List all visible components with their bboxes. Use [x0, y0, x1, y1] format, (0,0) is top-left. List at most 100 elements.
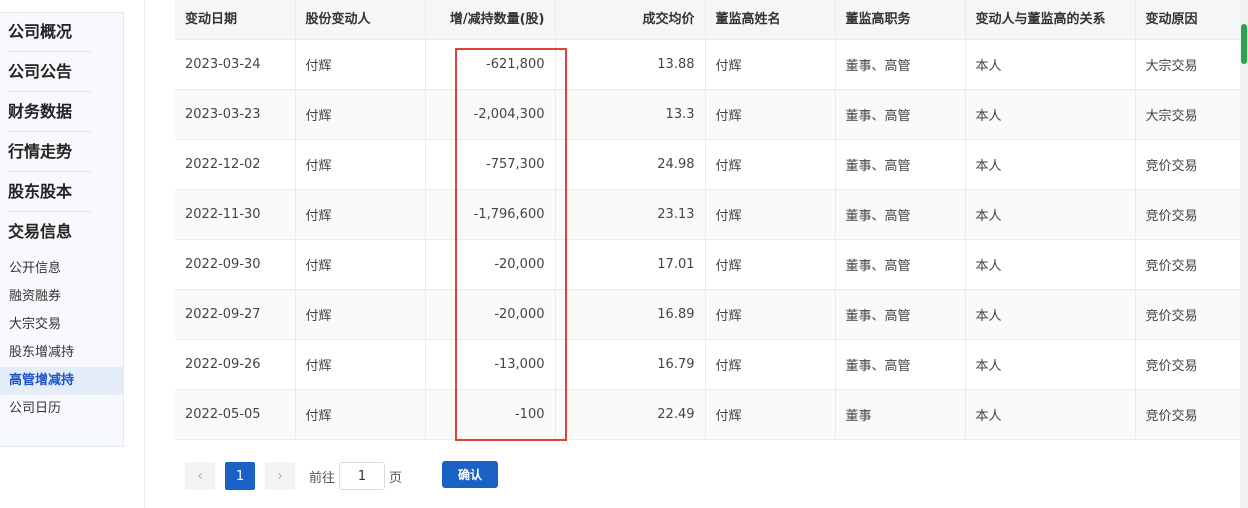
cell-change-date: 2023-03-23: [175, 89, 296, 140]
cell-changer: 付辉: [295, 89, 426, 140]
column-header-changer: 股份变动人: [295, 0, 426, 39]
cell-executive-name: 付辉: [705, 289, 836, 340]
content-divider: [144, 0, 145, 508]
cell-changer: 付辉: [295, 339, 426, 390]
confirm-button[interactable]: 确认: [442, 461, 498, 488]
table-header-row: 变动日期 股份变动人 增/减持数量(股) 成交均价 董监高姓名 董监高职务 变动…: [175, 0, 1240, 39]
cell-executive-position: 董事: [835, 389, 966, 440]
sidebar-subitem-executive-changes[interactable]: 高管增减持: [0, 367, 123, 395]
cell-change-quantity: -757,300: [425, 139, 556, 190]
column-header-relationship: 变动人与董监高的关系: [965, 0, 1136, 39]
cell-executive-position: 董事、高管: [835, 189, 966, 240]
cell-change-date: 2022-09-27: [175, 289, 296, 340]
cell-executive-name: 付辉: [705, 339, 836, 390]
sidebar-item-company-overview[interactable]: 公司概况: [0, 13, 123, 53]
cell-change-reason: 竞价交易: [1135, 239, 1240, 290]
cell-avg-price: 17.01: [555, 239, 706, 290]
page-scrollbar[interactable]: [1240, 0, 1248, 508]
cell-change-quantity: -100: [425, 389, 556, 440]
column-header-executive-position: 董监高职务: [835, 0, 966, 39]
table-row: 2022-12-02 付辉 -757,300 24.98 付辉 董事、高管 本人 竞价交易: [175, 139, 1240, 190]
sidebar-subitem-margin-trading[interactable]: 融资融券: [0, 283, 123, 311]
cell-change-reason: 大宗交易: [1135, 89, 1240, 140]
sidebar-item-trading-info[interactable]: 交易信息: [0, 213, 123, 253]
table-row: 2023-03-23 付辉 -2,004,300 13.3 付辉 董事、高管 本人 大宗交易: [175, 89, 1240, 140]
sidebar-sub-nav: 公开信息 融资融券 大宗交易 股东增减持 高管增减持 公司日历: [0, 255, 123, 423]
cell-change-date: 2022-11-30: [175, 189, 296, 240]
cell-relationship: 本人: [965, 89, 1136, 140]
cell-change-reason: 大宗交易: [1135, 38, 1240, 90]
page-number-current[interactable]: 1: [225, 462, 255, 490]
pagination: ‹ 1 › 前往 页: [185, 462, 402, 490]
cell-change-quantity: -20,000: [425, 289, 556, 340]
cell-executive-position: 董事、高管: [835, 89, 966, 140]
table-body: 2023-03-24 付辉 -621,800 13.88 付辉 董事、高管 本人 大宗交易 20…: [175, 38, 1240, 440]
cell-executive-name: 付辉: [705, 239, 836, 290]
cell-changer: 付辉: [295, 289, 426, 340]
cell-executive-name: 付辉: [705, 89, 836, 140]
sidebar-item-company-announcements[interactable]: 公司公告: [0, 53, 123, 93]
sidebar-main-nav: 公司概况 公司公告 财务数据 行情走势 股东股本 交易信息: [0, 13, 123, 253]
cell-executive-position: 董事、高管: [835, 139, 966, 190]
sidebar-subitem-block-trade[interactable]: 大宗交易: [0, 311, 123, 339]
cell-executive-name: 付辉: [705, 189, 836, 240]
cell-avg-price: 13.3: [555, 89, 706, 140]
cell-change-reason: 竞价交易: [1135, 389, 1240, 440]
cell-relationship: 本人: [965, 239, 1136, 290]
cell-executive-position: 董事、高管: [835, 289, 966, 340]
cell-change-date: 2022-12-02: [175, 139, 296, 190]
sidebar-subitem-company-calendar[interactable]: 公司日历: [0, 395, 123, 423]
cell-change-reason: 竞价交易: [1135, 189, 1240, 240]
cell-avg-price: 13.88: [555, 38, 706, 90]
cell-avg-price: 23.13: [555, 189, 706, 240]
sidebar-subitem-shareholder-changes[interactable]: 股东增减持: [0, 339, 123, 367]
sidebar-item-financial-data[interactable]: 财务数据: [0, 93, 123, 133]
goto-page-group: 前往 页: [309, 462, 402, 490]
cell-executive-name: 付辉: [705, 38, 836, 90]
chevron-right-icon[interactable]: ›: [265, 462, 295, 490]
cell-relationship: 本人: [965, 139, 1136, 190]
chevron-left-icon[interactable]: ‹: [185, 462, 215, 490]
cell-relationship: 本人: [965, 339, 1136, 390]
cell-avg-price: 24.98: [555, 139, 706, 190]
cell-change-quantity: -13,000: [425, 339, 556, 390]
cell-change-quantity: -621,800: [425, 38, 556, 90]
cell-executive-name: 付辉: [705, 139, 836, 190]
cell-relationship: 本人: [965, 289, 1136, 340]
column-header-change-quantity: 增/减持数量(股): [425, 0, 556, 39]
cell-change-quantity: -1,796,600: [425, 189, 556, 240]
cell-change-reason: 竞价交易: [1135, 139, 1240, 190]
cell-change-date: 2023-03-24: [175, 38, 296, 90]
table-row: 2022-05-05 付辉 -100 22.49 付辉 董事 本人 竞价交易: [175, 389, 1240, 440]
column-header-avg-price: 成交均价: [555, 0, 706, 39]
scrollbar-thumb[interactable]: [1241, 24, 1247, 64]
cell-avg-price: 16.89: [555, 289, 706, 340]
cell-changer: 付辉: [295, 239, 426, 290]
goto-prefix-label: 前往: [309, 470, 336, 486]
table-row: 2022-09-30 付辉 -20,000 17.01 付辉 董事、高管 本人 竞价交易: [175, 239, 1240, 290]
cell-relationship: 本人: [965, 38, 1136, 90]
sidebar-item-shareholders-equity[interactable]: 股东股本: [0, 173, 123, 213]
cell-change-date: 2022-09-26: [175, 339, 296, 390]
column-header-change-reason: 变动原因: [1135, 0, 1240, 39]
cell-executive-name: 付辉: [705, 389, 836, 440]
cell-changer: 付辉: [295, 189, 426, 240]
table-row: 2022-11-30 付辉 -1,796,600 23.13 付辉 董事、高管 本人 竞价交易: [175, 189, 1240, 240]
goto-suffix-label: 页: [389, 470, 403, 486]
cell-executive-position: 董事、高管: [835, 339, 966, 390]
cell-changer: 付辉: [295, 38, 426, 90]
cell-relationship: 本人: [965, 389, 1136, 440]
sidebar-subitem-public-info[interactable]: 公开信息: [0, 255, 123, 283]
cell-avg-price: 22.49: [555, 389, 706, 440]
table-row: 2022-09-26 付辉 -13,000 16.79 付辉 董事、高管 本人 竞价交易: [175, 339, 1240, 390]
executive-holdings-table-container: 变动日期 股份变动人 增/减持数量(股) 成交均价 董监高姓名 董监高职务 变动…: [175, 0, 1240, 440]
cell-executive-position: 董事、高管: [835, 38, 966, 90]
table-row: 2022-09-27 付辉 -20,000 16.89 付辉 董事、高管 本人 竞价交易: [175, 289, 1240, 340]
cell-executive-position: 董事、高管: [835, 239, 966, 290]
executive-holdings-table: 变动日期 股份变动人 增/减持数量(股) 成交均价 董监高姓名 董监高职务 变动…: [175, 0, 1240, 440]
column-header-change-date: 变动日期: [175, 0, 296, 39]
cell-change-quantity: -2,004,300: [425, 89, 556, 140]
cell-avg-price: 16.79: [555, 339, 706, 390]
goto-page-input[interactable]: [339, 462, 386, 490]
sidebar-item-market-trend[interactable]: 行情走势: [0, 133, 123, 173]
